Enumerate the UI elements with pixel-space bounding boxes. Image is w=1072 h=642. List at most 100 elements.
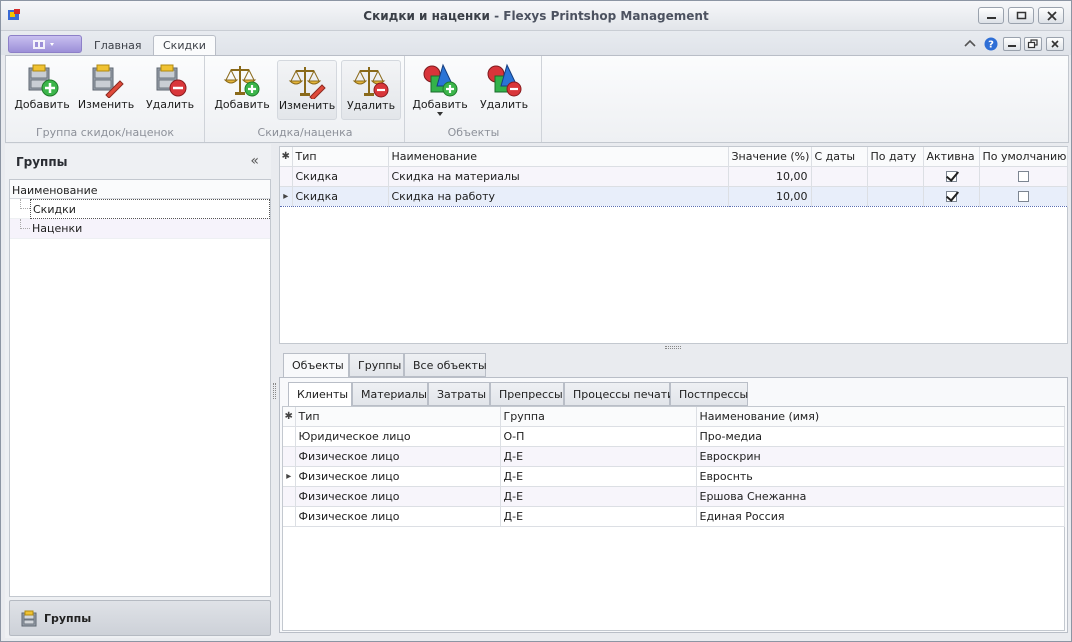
- groups-tree: Наименование Скидки Наценки: [9, 179, 271, 597]
- help-icon[interactable]: ?: [983, 37, 999, 51]
- cell-client-type[interactable]: Физическое лицо: [295, 446, 501, 467]
- cell-from-date[interactable]: [811, 166, 868, 187]
- current-row-indicator-icon: ▸: [283, 466, 296, 487]
- ribbon: Добавить Изменить Удалить Группа скидок/…: [5, 55, 1069, 143]
- cell-client-group[interactable]: Д-Е: [500, 446, 697, 467]
- horizontal-splitter-handle[interactable]: [665, 346, 681, 349]
- cell-client-type[interactable]: Юридическое лицо: [295, 426, 501, 447]
- cell-to-date[interactable]: [867, 185, 924, 207]
- tab-discounts[interactable]: Скидки: [153, 35, 216, 56]
- minimize-button[interactable]: [978, 7, 1004, 24]
- edit-group-button[interactable]: Изменить: [76, 60, 136, 120]
- cell-client-group[interactable]: Д-Е: [500, 506, 697, 527]
- column-header-from-date[interactable]: С даты: [811, 147, 868, 167]
- table-row[interactable]: Физическое лицо Д-Е Евроскрин: [283, 446, 1065, 467]
- mdi-restore-button[interactable]: [1024, 37, 1042, 51]
- cell-client-name[interactable]: Про-медиа: [696, 426, 1065, 447]
- nav-groups-button[interactable]: Группы: [9, 600, 271, 636]
- tab-home[interactable]: Главная: [85, 36, 151, 55]
- cell-name[interactable]: Скидка на работу: [388, 185, 729, 207]
- cell-value[interactable]: 10,00: [728, 166, 812, 187]
- tree-item-label: Наценки: [32, 222, 83, 235]
- cell-client-name[interactable]: Ершова Снежанна: [696, 486, 1065, 507]
- cell-client-type[interactable]: Физическое лицо: [295, 466, 501, 487]
- collapse-panel-icon[interactable]: «: [250, 153, 259, 169]
- cell-default[interactable]: [979, 185, 1068, 207]
- default-checkbox[interactable]: [1017, 171, 1029, 182]
- table-row[interactable]: Физическое лицо Д-Е Ершова Снежанна: [283, 486, 1065, 507]
- cell-active[interactable]: [923, 166, 980, 187]
- application-menu-button[interactable]: [8, 35, 82, 53]
- cell-active[interactable]: [923, 185, 980, 207]
- tab-materials[interactable]: Материалы: [352, 382, 428, 406]
- minimize-icon: [1008, 45, 1016, 47]
- vertical-splitter-handle[interactable]: [273, 383, 276, 399]
- mdi-close-button[interactable]: [1046, 37, 1064, 51]
- tab-costs[interactable]: Затраты: [428, 382, 490, 406]
- column-header-client-group[interactable]: Группа: [500, 407, 697, 427]
- active-checkbox[interactable]: [945, 171, 957, 182]
- cell-type[interactable]: Скидка: [292, 166, 389, 187]
- column-header-active[interactable]: Активна: [923, 147, 980, 167]
- default-checkbox[interactable]: [1017, 191, 1029, 202]
- cabinet-delete-icon: [156, 64, 187, 97]
- tab-all-objects[interactable]: Все объекты: [404, 353, 487, 377]
- ribbon-group-label: Объекты: [447, 126, 500, 139]
- column-header-name[interactable]: Наименование: [388, 147, 729, 167]
- tab-prepress[interactable]: Препрессы: [490, 382, 564, 406]
- cell-default[interactable]: [979, 166, 1068, 187]
- cell-client-type[interactable]: Физическое лицо: [295, 506, 501, 527]
- edit-discount-button[interactable]: Изменить: [277, 60, 337, 120]
- cell-client-name[interactable]: Евроснть: [696, 466, 1065, 487]
- scales-edit-icon: [288, 67, 326, 99]
- tab-groups[interactable]: Группы: [349, 353, 404, 377]
- column-header-value[interactable]: Значение (%): [728, 147, 812, 167]
- tab-objects[interactable]: Объекты: [283, 353, 349, 378]
- close-window-button[interactable]: [1038, 7, 1064, 24]
- delete-object-button[interactable]: Удалить: [474, 60, 534, 120]
- table-row[interactable]: ▸ Скидка Скидка на работу 10,00: [280, 185, 1068, 207]
- add-discount-button[interactable]: Добавить: [212, 60, 272, 120]
- cell-name[interactable]: Скидка на материалы: [388, 166, 729, 187]
- scales-delete-icon: [352, 67, 389, 98]
- delete-group-button[interactable]: Удалить: [140, 60, 200, 120]
- tab-print-processes[interactable]: Процессы печати: [564, 382, 674, 406]
- shapes-delete-icon: [487, 63, 522, 97]
- maximize-button[interactable]: [1008, 7, 1034, 24]
- row-indicator: [283, 426, 296, 447]
- table-row[interactable]: Юридическое лицо О-П Про-медиа: [283, 426, 1065, 447]
- table-row[interactable]: ▸ Физическое лицо Д-Е Евроснть: [283, 466, 1065, 487]
- tree-column-header[interactable]: Наименование: [10, 180, 270, 199]
- active-checkbox[interactable]: [945, 191, 957, 202]
- add-group-button[interactable]: Добавить: [12, 60, 72, 120]
- table-row[interactable]: Скидка Скидка на материалы 10,00: [280, 166, 1068, 187]
- cell-client-group[interactable]: Д-Е: [500, 486, 697, 507]
- tab-postpress[interactable]: Постпрессы: [670, 382, 748, 406]
- tree-item-discounts[interactable]: Скидки: [10, 199, 270, 219]
- grid-header-row: ✱ Тип Наименование Значение (%) С даты П…: [280, 147, 1068, 167]
- cell-client-type[interactable]: Физическое лицо: [295, 486, 501, 507]
- cell-client-name[interactable]: Единая Россия: [696, 506, 1065, 527]
- cell-client-group[interactable]: Д-Е: [500, 466, 697, 487]
- discounts-grid: ✱ Тип Наименование Значение (%) С даты П…: [279, 146, 1068, 344]
- groups-panel-header: Группы «: [5, 144, 271, 178]
- cell-from-date[interactable]: [811, 185, 868, 207]
- column-header-client-name[interactable]: Наименование (имя): [696, 407, 1065, 427]
- column-header-type[interactable]: Тип: [292, 147, 389, 167]
- add-object-button[interactable]: Добавить: [410, 60, 470, 120]
- cell-client-group[interactable]: О-П: [500, 426, 697, 447]
- column-header-to-date[interactable]: По дату: [867, 147, 924, 167]
- cell-to-date[interactable]: [867, 166, 924, 187]
- table-row[interactable]: Физическое лицо Д-Е Единая Россия: [283, 506, 1065, 527]
- collapse-ribbon-icon[interactable]: [962, 37, 978, 51]
- cell-client-name[interactable]: Евроскрин: [696, 446, 1065, 467]
- tab-clients[interactable]: Клиенты: [288, 382, 352, 407]
- column-header-client-type[interactable]: Тип: [295, 407, 501, 427]
- mdi-minimize-button[interactable]: [1003, 37, 1021, 51]
- delete-discount-button[interactable]: Удалить: [341, 60, 401, 120]
- cell-type[interactable]: Скидка: [292, 185, 389, 207]
- row-indicator: [283, 506, 296, 527]
- column-header-default[interactable]: По умолчанию: [979, 147, 1068, 167]
- tree-item-markups[interactable]: Наценки: [10, 219, 270, 239]
- cell-value[interactable]: 10,00: [728, 185, 812, 207]
